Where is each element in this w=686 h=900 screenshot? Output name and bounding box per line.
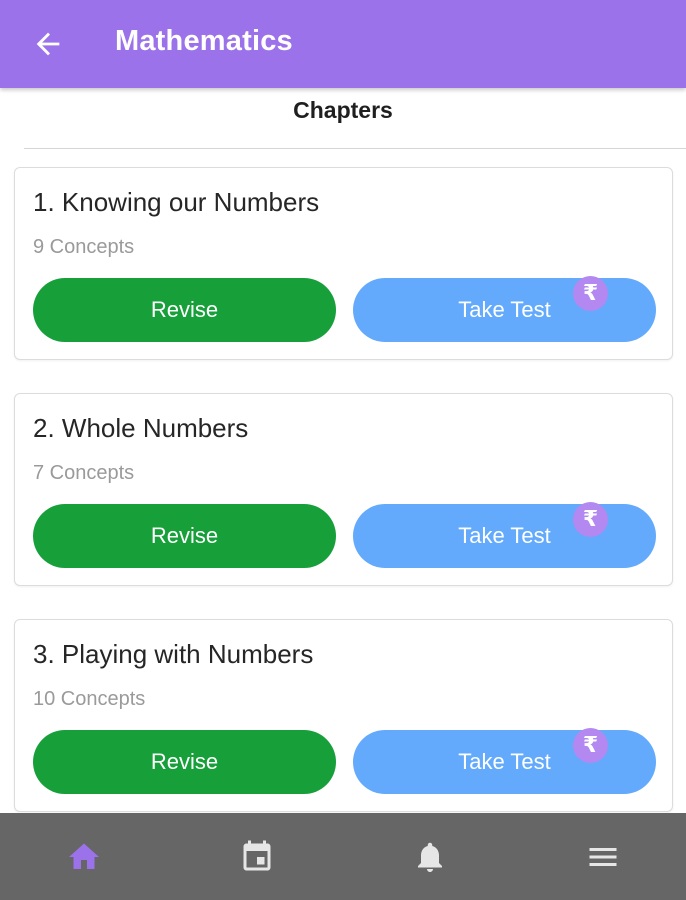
revise-label: Revise bbox=[150, 749, 219, 774]
take-test-button[interactable]: Take Test ₹ bbox=[353, 502, 656, 568]
nav-menu[interactable] bbox=[583, 837, 623, 877]
bottom-nav bbox=[0, 813, 686, 900]
chapter-title: 2. Whole Numbers bbox=[33, 413, 249, 443]
take-test-label: Take Test bbox=[458, 749, 551, 774]
rupee-icon: ₹ bbox=[573, 728, 608, 763]
page-title: Mathematics bbox=[115, 25, 293, 57]
take-test-label: Take Test bbox=[458, 523, 551, 548]
revise-button[interactable]: Revise bbox=[33, 278, 336, 342]
rupee-icon: ₹ bbox=[573, 276, 608, 311]
nav-notifications[interactable] bbox=[410, 837, 450, 877]
take-test-button[interactable]: Take Test ₹ bbox=[353, 728, 656, 794]
concept-count: 10 Concepts bbox=[33, 688, 146, 710]
revise-label: Revise bbox=[150, 523, 219, 548]
divider bbox=[24, 148, 686, 149]
revise-label: Revise bbox=[150, 297, 219, 322]
nav-home[interactable] bbox=[64, 837, 104, 877]
menu-icon bbox=[589, 848, 617, 866]
calendar-icon bbox=[243, 840, 271, 871]
concept-count: 9 Concepts bbox=[33, 236, 135, 258]
chapter-card: 3. Playing with Numbers 10 Concepts Revi… bbox=[14, 619, 673, 812]
chapter-title: 3. Playing with Numbers bbox=[33, 639, 314, 669]
nav-calendar[interactable] bbox=[237, 837, 277, 877]
section-title: Chapters bbox=[293, 97, 393, 123]
rupee-icon: ₹ bbox=[573, 502, 608, 537]
arrow-back-icon bbox=[36, 32, 60, 56]
chapter-card: 1. Knowing our Numbers 9 Concepts Revise… bbox=[14, 167, 673, 360]
chapter-card: 2. Whole Numbers 7 Concepts Revise Take … bbox=[14, 393, 673, 586]
back-button[interactable] bbox=[31, 27, 65, 61]
revise-button[interactable]: Revise bbox=[33, 504, 336, 568]
bell-icon bbox=[418, 842, 442, 872]
take-test-button[interactable]: Take Test ₹ bbox=[353, 276, 656, 342]
revise-button[interactable]: Revise bbox=[33, 730, 336, 794]
chapter-title: 1. Knowing our Numbers bbox=[33, 187, 320, 217]
concept-count: 7 Concepts bbox=[33, 462, 135, 484]
take-test-label: Take Test bbox=[458, 297, 551, 322]
app-bar: Mathematics bbox=[0, 0, 686, 88]
home-icon bbox=[69, 843, 99, 869]
